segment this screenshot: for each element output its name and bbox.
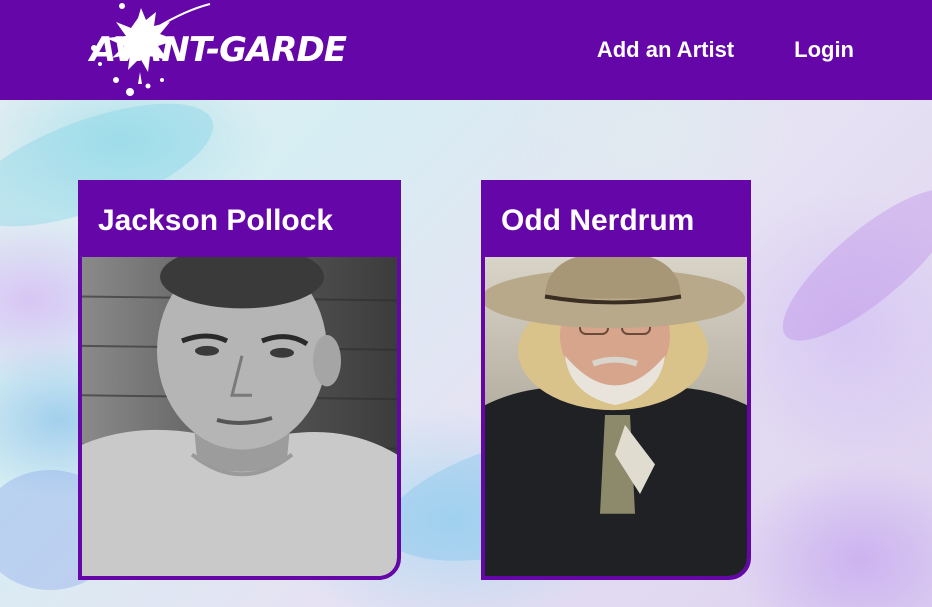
logo-wordmark: AVANT-GARDE	[90, 30, 347, 70]
top-nav-bar: AVANT-GARDE Add an Artist Login	[0, 0, 932, 100]
site-logo[interactable]: AVANT-GARDE	[86, 0, 376, 100]
artist-name: Odd Nerdrum	[485, 184, 713, 257]
nav-add-artist-link[interactable]: Add an Artist	[597, 37, 734, 63]
main-nav: Add an Artist Login	[597, 0, 854, 100]
background-marble	[763, 167, 932, 363]
artist-card[interactable]: Odd Nerdrum	[481, 180, 751, 580]
nav-login-link[interactable]: Login	[794, 37, 854, 63]
artist-name: Jackson Pollock	[82, 184, 352, 257]
artist-photo	[485, 257, 747, 576]
artist-card[interactable]: Jackson Pollock	[78, 180, 401, 580]
artist-photo	[82, 257, 397, 576]
